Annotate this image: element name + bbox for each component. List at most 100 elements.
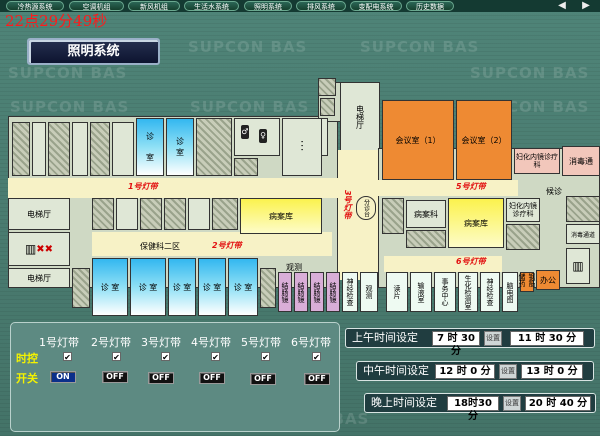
room-strip[interactable]: 结肠镜: [310, 272, 324, 312]
evening-start-time[interactable]: 18时30 分: [447, 396, 499, 422]
nav-history[interactable]: 历史数据: [406, 1, 454, 11]
meeting-room-1[interactable]: 会议室（1）: [382, 100, 454, 180]
switch-band-5[interactable]: OFF: [250, 373, 276, 385]
noon-set-button[interactable]: 设置: [499, 364, 517, 379]
clinic-room[interactable]: 诊 室: [92, 258, 128, 316]
switch-band-2[interactable]: OFF: [102, 371, 128, 383]
room-strip[interactable]: 结肠镜: [294, 272, 308, 312]
clinic-label: 诊 室: [138, 282, 158, 292]
records-room-2[interactable]: 病案库: [448, 198, 504, 248]
noon-end-time[interactable]: 13 时 0 分: [521, 364, 583, 379]
room-hatched: [566, 196, 600, 222]
office-room[interactable]: 办公: [536, 270, 560, 290]
morning-time-setting: 上午时间设定 7 时 30 分 设置 11 时 30 分: [345, 328, 595, 357]
switch-band-6[interactable]: OFF: [304, 373, 330, 385]
noon-start-time[interactable]: 12 时 0 分: [435, 364, 495, 379]
consult-room-2[interactable]: 妇化内镜诊疗科: [506, 198, 540, 222]
light-band-6-label: 6号灯带: [456, 257, 486, 266]
consult-room-label: 妇化内镜诊疗科: [509, 202, 537, 218]
evening-time-label: 晚上时间设定: [371, 396, 437, 409]
timer-checkbox-band-3[interactable]: ✔: [161, 352, 170, 362]
care-area-label: 保健科二区: [140, 242, 180, 251]
light-band-2-label: 2号灯带: [212, 241, 242, 250]
room-strip[interactable]: 神经检查: [480, 272, 500, 312]
switch-band-4[interactable]: OFF: [199, 372, 225, 384]
nav-power[interactable]: 变配电系统: [350, 1, 402, 11]
room-strip[interactable]: 事务中心: [434, 272, 456, 312]
watermark: SUPCON BAS: [188, 38, 308, 56]
meeting-room-2[interactable]: 会议室（2）: [456, 100, 512, 180]
disinfect-corridor[interactable]: 消毒通道: [566, 224, 600, 244]
corridor-band-1: [8, 178, 338, 198]
stair-icon: ⫶: [300, 139, 304, 155]
room-plain: [116, 198, 138, 230]
toilet-icon: ♀: [259, 129, 267, 143]
stair-icon: ▥: [24, 242, 37, 256]
disinfect-room[interactable]: 消毒通: [562, 146, 600, 176]
room-strip[interactable]: 神经检查: [342, 272, 358, 312]
room-hatched: [48, 122, 70, 176]
elevator-shafts: ▥ ✖✖: [8, 232, 70, 266]
clinic-room[interactable]: 诊 室: [228, 258, 258, 316]
nav-cold-heat-source[interactable]: 冷热源系统: [6, 1, 64, 11]
morning-end-time[interactable]: 11 时 30 分: [510, 331, 584, 346]
switch-band-3[interactable]: OFF: [148, 372, 174, 384]
timer-checkbox-band-4[interactable]: ✔: [211, 352, 220, 362]
column-header-band-3: 3号灯带: [141, 336, 181, 349]
room-strip[interactable]: 读片: [386, 272, 408, 312]
toilet-icon: ♂: [241, 125, 249, 139]
clinic-room[interactable]: 诊 室: [168, 258, 196, 316]
nav-ac-units[interactable]: 空调机组: [69, 1, 124, 11]
nav-water[interactable]: 生活水系统: [184, 1, 239, 11]
room-strip[interactable]: 输液室: [410, 272, 432, 312]
nav-fresh-air[interactable]: 新风机组: [128, 1, 180, 11]
room-hatched: [196, 118, 232, 176]
nav-exhaust[interactable]: 排风系统: [296, 1, 346, 11]
timer-checkbox-band-1[interactable]: ✔: [63, 352, 72, 362]
records-dept[interactable]: 病案科: [406, 200, 446, 228]
clinic-room[interactable]: 诊 室: [136, 118, 164, 176]
evening-set-button[interactable]: 设置: [503, 396, 521, 411]
switch-band-1[interactable]: ON: [50, 371, 76, 383]
right-arrow-icon[interactable]: ▶: [580, 0, 592, 12]
room-strip[interactable]: 生化检测室: [458, 272, 478, 312]
records-room-label: 病案库: [464, 218, 488, 228]
clinic-room[interactable]: 诊 室: [198, 258, 226, 316]
records-room-label: 病案库: [269, 211, 293, 221]
timer-checkbox-band-5[interactable]: ✔: [261, 352, 270, 362]
nav-lighting[interactable]: 照明系统: [244, 1, 292, 11]
observe-label: 观测: [286, 263, 302, 272]
morning-set-button[interactable]: 设置: [484, 331, 502, 346]
evening-end-time[interactable]: 20 时 40 分: [525, 396, 591, 411]
morning-start-hour[interactable]: 7 时 30 分: [432, 331, 480, 357]
watermark: SUPCON BAS: [190, 98, 310, 116]
room-hatched: [164, 198, 186, 230]
timer-checkbox-band-2[interactable]: ✔: [112, 352, 121, 362]
records-room-1[interactable]: 病案库: [240, 198, 322, 234]
corridor-band-5: [378, 180, 518, 196]
office-label: 办公: [540, 275, 556, 285]
room-hatched: [406, 230, 446, 248]
timer-checkbox-band-6[interactable]: ✔: [312, 352, 321, 362]
room-strip[interactable]: 观测: [360, 272, 378, 312]
left-arrow-icon[interactable]: ◀: [556, 0, 568, 12]
room-hatched: [12, 122, 30, 176]
disinfect-room-label: 消毒通: [569, 156, 593, 166]
room-hatched: [72, 268, 90, 308]
meeting-room-2-label: 会议室（2）: [461, 135, 507, 145]
consult-room[interactable]: 妇化内镜诊疗科: [514, 148, 560, 174]
clinic-room[interactable]: 诊 室: [130, 258, 166, 316]
clinic-room[interactable]: 诊 室: [166, 118, 194, 176]
elevator-hall-label: 电梯厅: [355, 105, 365, 129]
switch-row-label: 开关: [16, 372, 38, 385]
noon-time-setting: 中午时间设定 12 时 0 分 设置 13 时 0 分: [356, 361, 594, 381]
room-strip[interactable]: 结肠镜: [326, 272, 340, 312]
watermark: SUPCON BAS: [470, 64, 590, 82]
elevator-hall-label: 电梯厅: [27, 273, 51, 283]
stair-room: ⫶: [282, 118, 322, 176]
room-strip[interactable]: 结肠镜: [278, 272, 292, 312]
clock-display: 22点29分49秒: [5, 12, 108, 30]
room-strip[interactable]: 钢筋储药: [518, 272, 536, 292]
disinfect-corridor-label: 消毒通道: [570, 231, 595, 239]
room-strip[interactable]: 脑电图: [502, 272, 518, 312]
